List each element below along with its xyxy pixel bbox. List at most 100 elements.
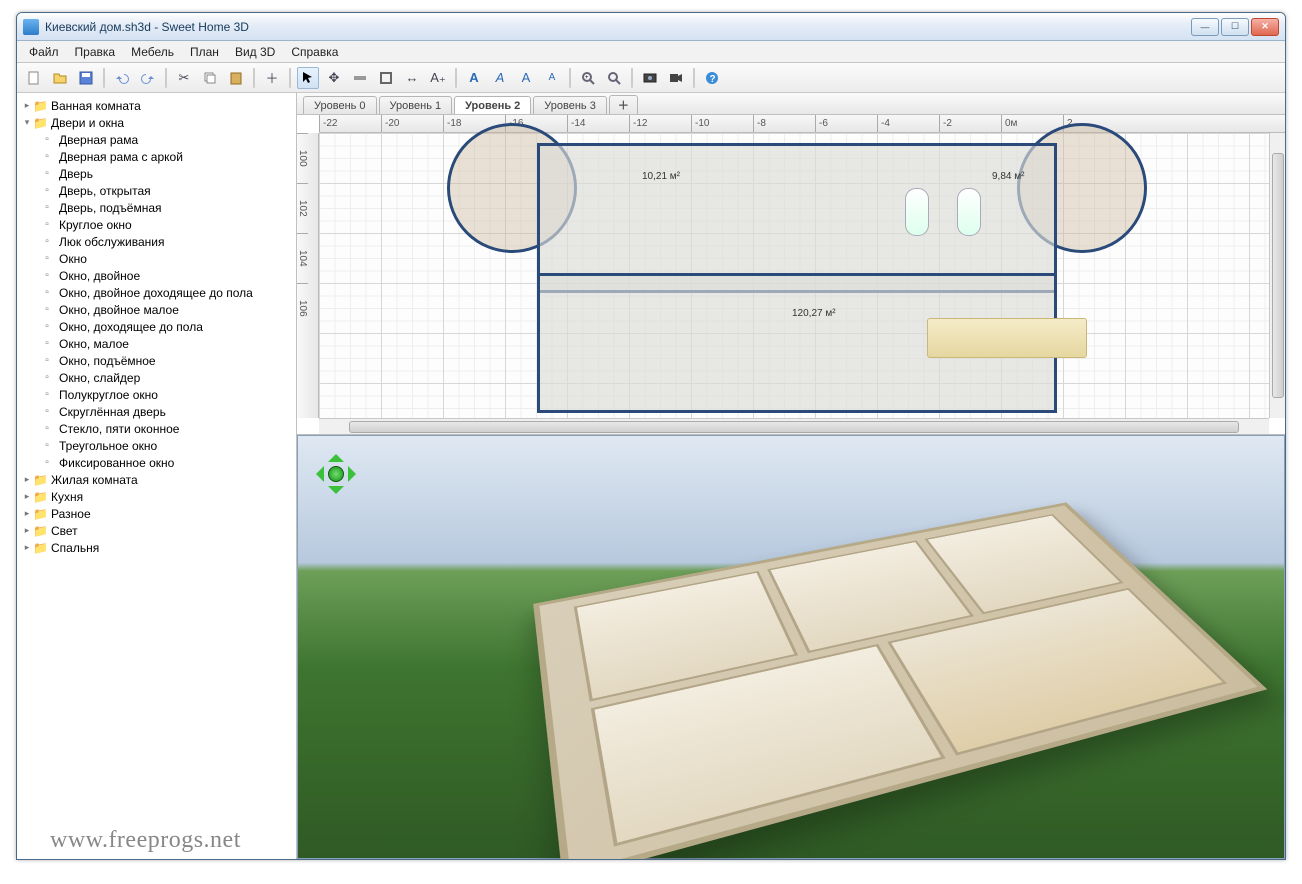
tree-label: Жилая комната: [51, 473, 138, 487]
titlebar[interactable]: Киевский дом.sh3d - Sweet Home 3D — ☐ ✕: [17, 13, 1285, 41]
twist-icon[interactable]: ▸: [21, 508, 33, 519]
close-button[interactable]: ✕: [1251, 18, 1279, 36]
nav-center-icon[interactable]: [328, 466, 344, 482]
pan-icon[interactable]: ✥: [323, 67, 345, 89]
add-level-button[interactable]: ＋: [609, 95, 638, 114]
bathtub-icon: [905, 188, 929, 236]
tree-item[interactable]: ▫Дверь, открытая: [17, 182, 296, 199]
nav-right-icon[interactable]: [348, 466, 364, 482]
nav-3d[interactable]: [308, 446, 364, 502]
tree-item[interactable]: ▫Окно, подъёмное: [17, 352, 296, 369]
tree-item[interactable]: ▫Окно, доходящее до пола: [17, 318, 296, 335]
nav-down-icon[interactable]: [328, 486, 344, 502]
text-italic-icon[interactable]: A: [489, 67, 511, 89]
twist-icon[interactable]: ▾: [21, 117, 33, 128]
zoom-in-icon[interactable]: +: [577, 67, 599, 89]
furniture-icon: ▫: [39, 321, 55, 332]
menu-furn[interactable]: Мебель: [123, 43, 182, 61]
copy-icon[interactable]: [199, 67, 221, 89]
level-tab[interactable]: Уровень 1: [379, 96, 453, 114]
tree-item[interactable]: ▫Окно, двойное малое: [17, 301, 296, 318]
maximize-button[interactable]: ☐: [1221, 18, 1249, 36]
undo-icon[interactable]: [111, 67, 133, 89]
room-icon[interactable]: [375, 67, 397, 89]
furniture-icon: ▫: [39, 168, 55, 179]
level-tab[interactable]: Уровень 3: [533, 96, 607, 114]
tree-item[interactable]: ▫Треугольное окно: [17, 437, 296, 454]
plan-scrollbar-v[interactable]: [1269, 133, 1285, 418]
tree-item[interactable]: ▫Скруглённая дверь: [17, 403, 296, 420]
add-furniture-icon[interactable]: ＋: [261, 67, 283, 89]
tree-item[interactable]: ▫Окно, двойное доходящее до пола: [17, 284, 296, 301]
catalog-tree[interactable]: ▸📁Ванная комната▾📁Двери и окна▫Дверная р…: [17, 93, 297, 859]
tree-item[interactable]: ▫Дверная рама: [17, 131, 296, 148]
level-tab[interactable]: Уровень 2: [454, 96, 531, 114]
tree-item[interactable]: ▫Дверь: [17, 165, 296, 182]
twist-icon[interactable]: ▸: [21, 542, 33, 553]
menu-3d[interactable]: Вид 3D: [227, 43, 283, 61]
photo-icon[interactable]: [639, 67, 661, 89]
open-icon[interactable]: [49, 67, 71, 89]
ruler-tick: -8: [753, 115, 815, 132]
new-icon[interactable]: [23, 67, 45, 89]
tree-group[interactable]: ▸📁Свет: [17, 522, 296, 539]
select-icon[interactable]: [297, 67, 319, 89]
menu-help[interactable]: Справка: [283, 43, 346, 61]
bathtub-icon: [957, 188, 981, 236]
tree-item[interactable]: ▫Дверная рама с аркой: [17, 148, 296, 165]
text-icon[interactable]: A₊: [427, 67, 449, 89]
right-column: Уровень 0Уровень 1Уровень 2Уровень 3＋ -2…: [297, 93, 1285, 859]
tree-group[interactable]: ▸📁Жилая комната: [17, 471, 296, 488]
tree-label: Ванная комната: [51, 99, 141, 113]
tree-group[interactable]: ▸📁Спальня: [17, 539, 296, 556]
tree-item[interactable]: ▫Люк обслуживания: [17, 233, 296, 250]
scroll-thumb[interactable]: [349, 421, 1239, 433]
plan-scrollbar-h[interactable]: [319, 418, 1269, 434]
tree-item[interactable]: ▫Полукруглое окно: [17, 386, 296, 403]
dimension-icon[interactable]: ↔: [401, 67, 423, 89]
view-3d[interactable]: [297, 435, 1285, 859]
tree-item[interactable]: ▫Фиксированное окно: [17, 454, 296, 471]
tree-group[interactable]: ▾📁Двери и окна: [17, 114, 296, 131]
save-icon[interactable]: [75, 67, 97, 89]
text-decrease-icon[interactable]: A: [541, 67, 563, 89]
plan-view[interactable]: -22-20-18-16-14-12-10-8-6-4-20м2 1001021…: [297, 115, 1285, 435]
tree-item[interactable]: ▫Дверь, подъёмная: [17, 199, 296, 216]
tree-item[interactable]: ▫Окно: [17, 250, 296, 267]
twist-icon[interactable]: ▸: [21, 474, 33, 485]
zoom-out-icon[interactable]: [603, 67, 625, 89]
menu-edit[interactable]: Правка: [67, 43, 124, 61]
tree-label: Стекло, пяти оконное: [59, 422, 179, 436]
text-bold-icon[interactable]: A: [463, 67, 485, 89]
twist-icon[interactable]: ▸: [21, 525, 33, 536]
help-icon[interactable]: ?: [701, 67, 723, 89]
tree-item[interactable]: ▫Стекло, пяти оконное: [17, 420, 296, 437]
tree-item[interactable]: ▫Окно, двойное: [17, 267, 296, 284]
tree-group[interactable]: ▸📁Кухня: [17, 488, 296, 505]
folder-icon: 📁: [33, 507, 49, 521]
scroll-thumb[interactable]: [1272, 153, 1284, 398]
tree-item[interactable]: ▫Окно, малое: [17, 335, 296, 352]
furniture-icon: ▫: [39, 372, 55, 383]
menu-plan[interactable]: План: [182, 43, 227, 61]
level-tab[interactable]: Уровень 0: [303, 96, 377, 114]
text-increase-icon[interactable]: A: [515, 67, 537, 89]
tree-group[interactable]: ▸📁Ванная комната: [17, 97, 296, 114]
tree-group[interactable]: ▸📁Разное: [17, 505, 296, 522]
tree-label: Круглое окно: [59, 218, 132, 232]
tree-label: Разное: [51, 507, 91, 521]
wall-icon[interactable]: [349, 67, 371, 89]
furniture-icon: ▫: [39, 304, 55, 315]
minimize-button[interactable]: —: [1191, 18, 1219, 36]
nav-left-icon[interactable]: [308, 466, 324, 482]
nav-up-icon[interactable]: [328, 446, 344, 462]
tree-item[interactable]: ▫Круглое окно: [17, 216, 296, 233]
redo-icon[interactable]: [137, 67, 159, 89]
menu-file[interactable]: Файл: [21, 43, 67, 61]
paste-icon[interactable]: [225, 67, 247, 89]
twist-icon[interactable]: ▸: [21, 491, 33, 502]
tree-item[interactable]: ▫Окно, слайдер: [17, 369, 296, 386]
twist-icon[interactable]: ▸: [21, 100, 33, 111]
cut-icon[interactable]: ✂: [173, 67, 195, 89]
video-icon[interactable]: [665, 67, 687, 89]
